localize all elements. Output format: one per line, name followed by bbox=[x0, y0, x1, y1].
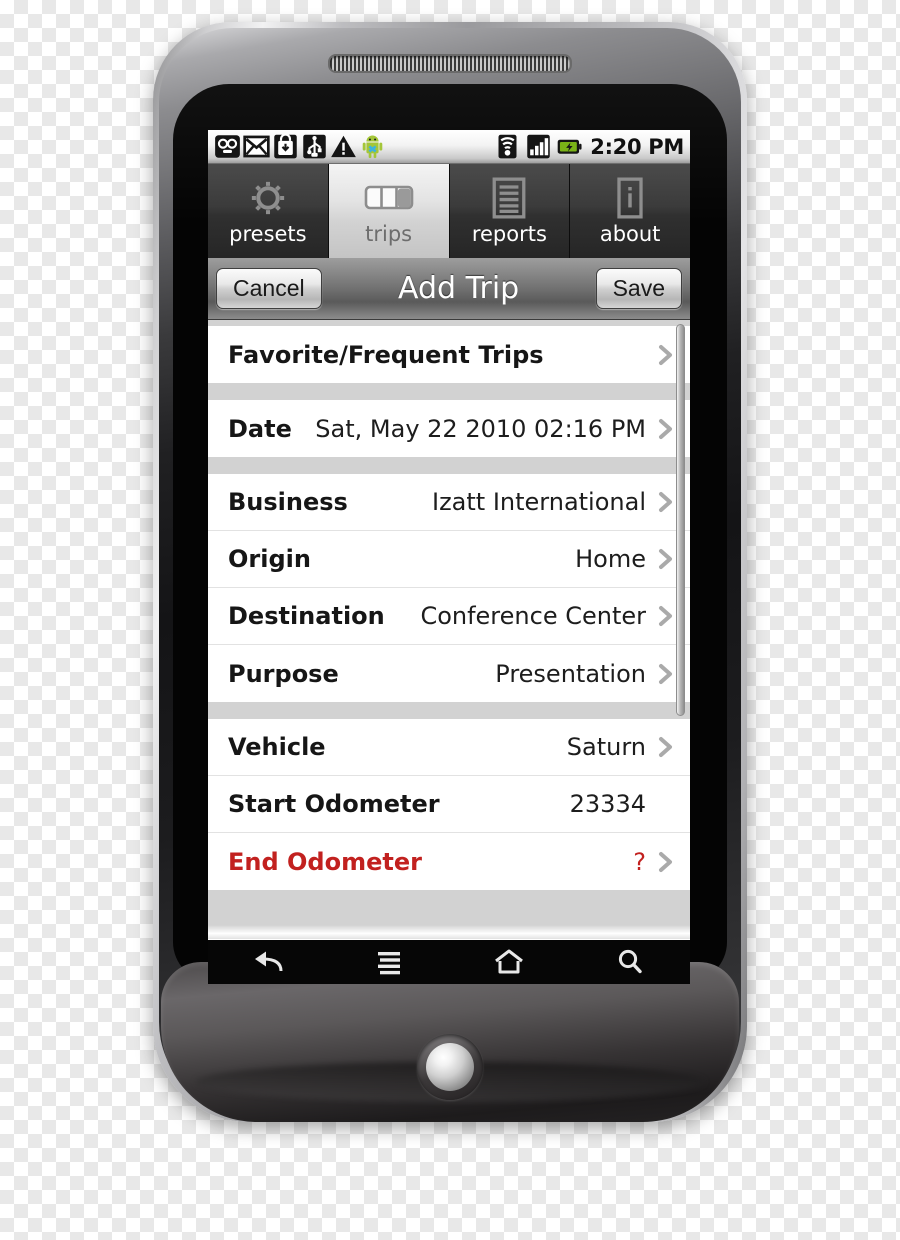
usb-icon bbox=[303, 134, 326, 159]
form-row-label: Start Odometer bbox=[228, 790, 440, 818]
trackball-ring[interactable] bbox=[417, 1034, 483, 1100]
form-row-label: Business bbox=[228, 488, 348, 516]
form-row-value: 23334 bbox=[569, 790, 646, 818]
form-row-value: Izatt International bbox=[431, 488, 646, 516]
battery-charging-icon bbox=[557, 139, 582, 154]
save-button[interactable]: Save bbox=[595, 268, 682, 309]
status-bar: 2:20 PM bbox=[208, 130, 690, 164]
info-box-icon bbox=[614, 174, 646, 222]
form-row[interactable]: Origin Home bbox=[208, 531, 690, 588]
tab-about[interactable]: about bbox=[570, 164, 690, 258]
gear-icon bbox=[246, 174, 290, 222]
form-row-value: ? bbox=[633, 847, 646, 876]
chevron-right-icon bbox=[654, 604, 678, 628]
form-row-label: Destination bbox=[228, 602, 385, 630]
chevron-right-icon bbox=[654, 417, 678, 441]
phone-device: 2:20 PM presets trips reports about Canc… bbox=[153, 22, 747, 1144]
form-row-value: Home bbox=[575, 545, 646, 573]
form-row-label: End Odometer bbox=[228, 847, 422, 876]
wifi-icon bbox=[498, 134, 517, 159]
form-row-label: Origin bbox=[228, 545, 311, 573]
search-icon[interactable] bbox=[604, 942, 656, 982]
back-icon[interactable] bbox=[242, 942, 294, 982]
form-row[interactable]: End Odometer? bbox=[208, 833, 690, 890]
form-row-label: Favorite/Frequent Trips bbox=[228, 340, 544, 369]
chevron-right-icon bbox=[654, 343, 678, 367]
android-robot-icon bbox=[362, 135, 383, 159]
status-left-icons bbox=[214, 133, 386, 160]
document-lines-icon bbox=[489, 174, 529, 222]
trips-segments-icon bbox=[364, 174, 414, 222]
trip-form-list[interactable]: Favorite/Frequent Trips Date Sat, May 22 2… bbox=[208, 320, 690, 939]
form-row[interactable]: Favorite/Frequent Trips bbox=[208, 326, 690, 383]
tab-reports[interactable]: reports bbox=[449, 164, 571, 258]
tab-reports-label: reports bbox=[471, 221, 547, 246]
tab-about-label: about bbox=[599, 221, 661, 246]
chevron-right-icon bbox=[654, 547, 678, 571]
voicemail-icon bbox=[215, 135, 240, 158]
form-row[interactable]: Destination Conference Center bbox=[208, 588, 690, 645]
form-group: Vehicle Saturn Start Odometer 23334 End Odom… bbox=[208, 719, 690, 890]
form-group: Favorite/Frequent Trips bbox=[208, 326, 690, 383]
download-market-icon bbox=[274, 133, 297, 159]
form-row-value: Sat, May 22 2010 02:16 PM bbox=[315, 414, 646, 443]
chevron-right-icon bbox=[654, 662, 678, 686]
form-row[interactable]: Business Izatt International bbox=[208, 474, 690, 531]
gmail-icon bbox=[243, 135, 270, 158]
home-icon[interactable] bbox=[483, 942, 535, 982]
cancel-button[interactable]: Cancel bbox=[216, 268, 322, 309]
tab-trips-label: trips bbox=[365, 221, 413, 246]
tab-presets[interactable]: presets bbox=[208, 164, 329, 258]
form-row-value: Conference Center bbox=[420, 602, 646, 630]
form-row-value: Saturn bbox=[566, 733, 646, 761]
tab-trips[interactable]: trips bbox=[328, 164, 450, 258]
phone-screen: 2:20 PM presets trips reports about Canc… bbox=[208, 130, 690, 940]
form-group: Date Sat, May 22 2010 02:16 PM bbox=[208, 400, 690, 457]
system-navigation-bar bbox=[208, 940, 690, 984]
chevron-right-icon bbox=[654, 850, 678, 874]
form-row[interactable]: Purpose Presentation bbox=[208, 645, 690, 702]
status-right-icons: 2:20 PM bbox=[494, 133, 684, 160]
list-scrollbar[interactable] bbox=[676, 324, 685, 716]
chevron-right-icon bbox=[654, 490, 678, 514]
form-row-label: Purpose bbox=[228, 659, 339, 688]
form-group: Business Izatt International Origin Home Des… bbox=[208, 474, 690, 702]
tab-bar: presets trips reports about bbox=[208, 164, 690, 258]
tab-presets-label: presets bbox=[229, 221, 307, 246]
menu-icon[interactable] bbox=[363, 942, 415, 982]
form-row[interactable]: Date Sat, May 22 2010 02:16 PM bbox=[208, 400, 690, 457]
chevron-right-icon bbox=[654, 735, 678, 759]
form-row-label: Vehicle bbox=[228, 733, 326, 761]
form-row[interactable]: Vehicle Saturn bbox=[208, 719, 690, 776]
form-row[interactable]: Start Odometer 23334 bbox=[208, 776, 690, 833]
page-title: Add Trip bbox=[397, 270, 520, 306]
title-bar: Cancel Add Trip Save bbox=[208, 258, 690, 320]
form-row-label: Date bbox=[228, 414, 292, 443]
form-row-value: Presentation bbox=[495, 659, 646, 688]
status-clock: 2:20 PM bbox=[590, 134, 684, 159]
earpiece-speaker-grille bbox=[328, 54, 572, 73]
list-bottom-fade bbox=[208, 925, 690, 939]
warning-icon bbox=[331, 135, 356, 158]
signal-bars-icon bbox=[527, 134, 551, 159]
trackball-button[interactable] bbox=[426, 1043, 474, 1091]
